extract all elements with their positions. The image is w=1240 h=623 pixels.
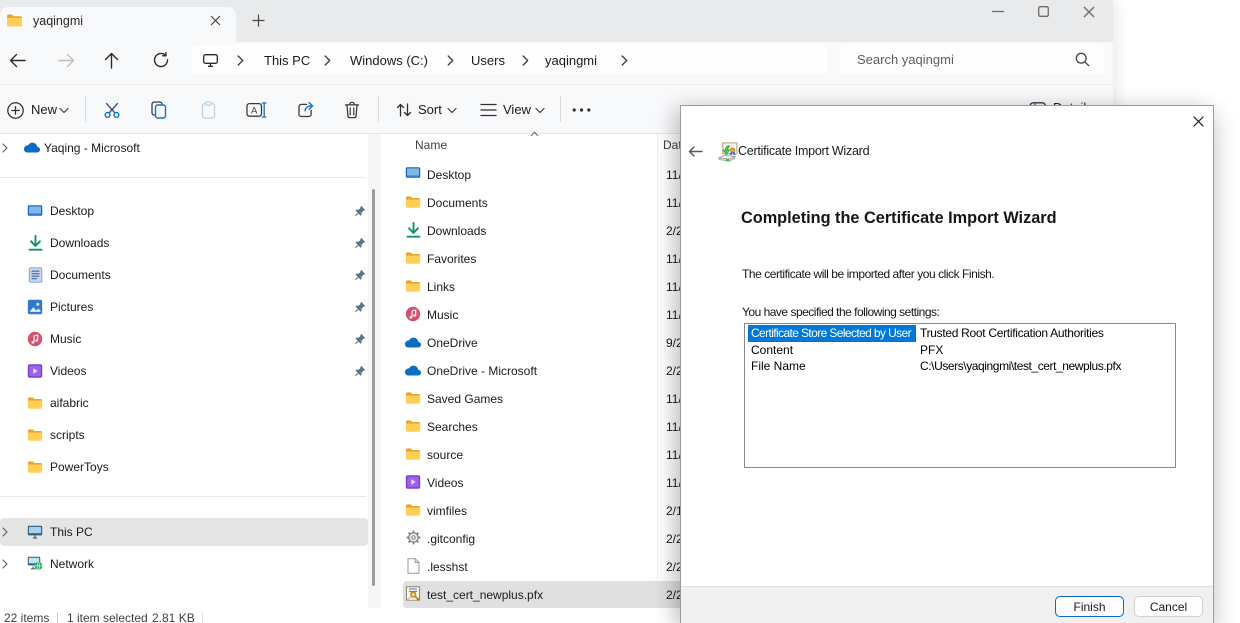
svg-text:A: A (251, 105, 258, 116)
